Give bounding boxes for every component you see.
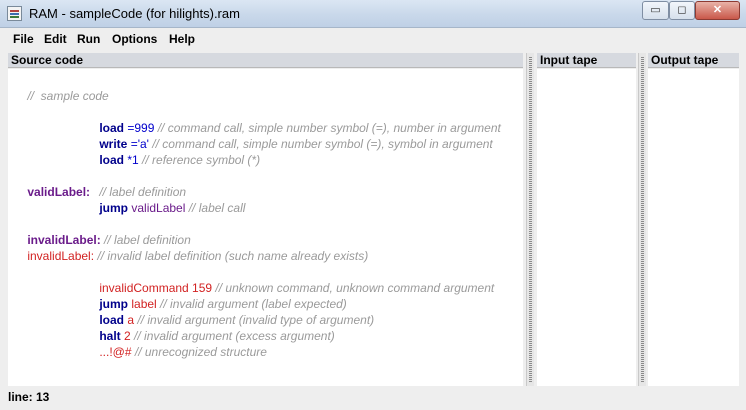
- close-button[interactable]: ✕: [695, 1, 740, 20]
- menu-file[interactable]: File: [13, 32, 34, 46]
- menu-edit[interactable]: Edit: [44, 32, 67, 46]
- source-code-header: Source code: [8, 53, 523, 68]
- maximize-button[interactable]: ◻: [669, 1, 695, 20]
- output-tape-area[interactable]: [648, 69, 739, 386]
- minimize-button[interactable]: ▭: [642, 1, 669, 20]
- menu-help[interactable]: Help: [169, 32, 195, 46]
- code-line-5: validLabel:: [27, 185, 91, 199]
- output-tape-header: Output tape: [648, 53, 739, 68]
- menu-bar: File Edit Run Options Help: [6, 29, 740, 49]
- splitter-input-output[interactable]: [638, 53, 646, 386]
- status-line: line: 13: [8, 390, 50, 404]
- app-icon: [7, 6, 22, 21]
- input-tape-header: Input tape: [537, 53, 636, 68]
- title-bar: RAM - sampleCode (for hilights).ram ▭ ◻ …: [0, 0, 746, 28]
- menu-options[interactable]: Options: [112, 32, 157, 46]
- menu-run[interactable]: Run: [77, 32, 100, 46]
- input-tape-area[interactable]: [537, 69, 636, 386]
- source-code-editor[interactable]: // sample code load =999 // command call…: [8, 69, 523, 386]
- code-line-13: ...!@# // unrecognized structure: [99, 345, 267, 359]
- splitter-source-input[interactable]: [526, 53, 534, 386]
- window-title: RAM - sampleCode (for hilights).ram: [29, 6, 240, 21]
